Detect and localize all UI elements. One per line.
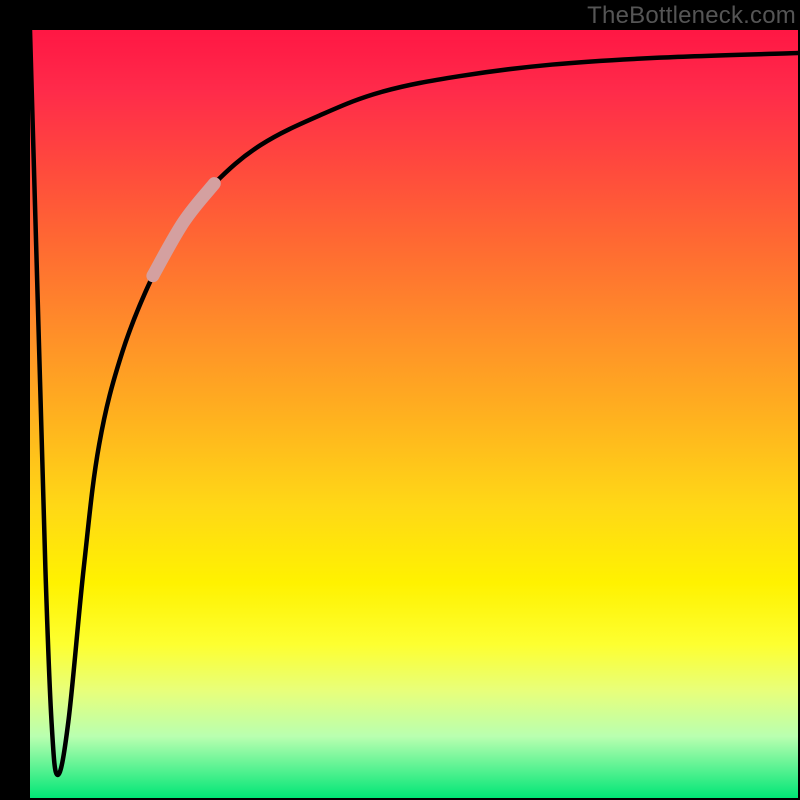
chart-frame: TheBottleneck.com [0, 0, 800, 800]
plot-area [30, 30, 798, 798]
curve-layer [30, 30, 798, 798]
highlight-segment [153, 184, 214, 276]
bottleneck-curve [30, 30, 798, 775]
watermark-text: TheBottleneck.com [587, 2, 796, 30]
